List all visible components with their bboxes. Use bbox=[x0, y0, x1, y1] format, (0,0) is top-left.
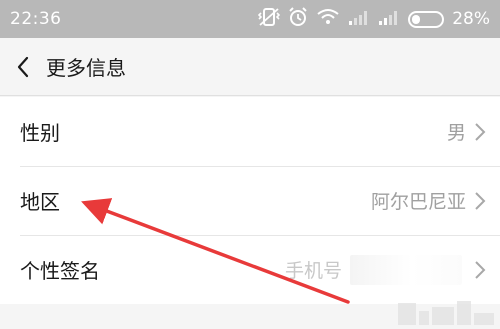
info-list: 性别 男 地区 阿尔巴尼亚 个性签名 手机号 bbox=[0, 97, 500, 304]
gender-value: 男 bbox=[446, 122, 466, 144]
gender-row[interactable]: 性别 男 bbox=[0, 97, 500, 166]
battery-percent: 28% bbox=[452, 9, 490, 29]
chevron-right-icon bbox=[474, 121, 488, 143]
signal-icon bbox=[378, 9, 400, 29]
chevron-right-icon bbox=[474, 190, 488, 212]
alarm-icon bbox=[288, 7, 308, 31]
redacted-text bbox=[350, 254, 462, 285]
watermark bbox=[360, 289, 500, 329]
signal-icon bbox=[348, 9, 370, 29]
status-bar: 22:36 28% bbox=[0, 0, 500, 38]
page-title: 更多信息 bbox=[46, 56, 126, 80]
signature-value: 手机号 bbox=[284, 260, 342, 282]
region-label: 地区 bbox=[20, 190, 60, 214]
gender-label: 性别 bbox=[20, 121, 60, 145]
battery-icon bbox=[408, 10, 445, 28]
wifi-icon bbox=[316, 8, 340, 30]
vibrate-icon bbox=[258, 7, 281, 31]
battery-level bbox=[412, 14, 421, 24]
nav-bar: 更多信息 bbox=[0, 38, 500, 96]
status-time: 22:36 bbox=[10, 9, 62, 29]
region-value: 阿尔巴尼亚 bbox=[370, 191, 466, 213]
chevron-right-icon bbox=[474, 259, 488, 281]
signature-label: 个性签名 bbox=[20, 259, 100, 283]
chevron-left-icon[interactable] bbox=[0, 38, 46, 96]
region-row[interactable]: 地区 阿尔巴尼亚 bbox=[0, 166, 500, 235]
status-icons: 28% bbox=[250, 7, 490, 31]
